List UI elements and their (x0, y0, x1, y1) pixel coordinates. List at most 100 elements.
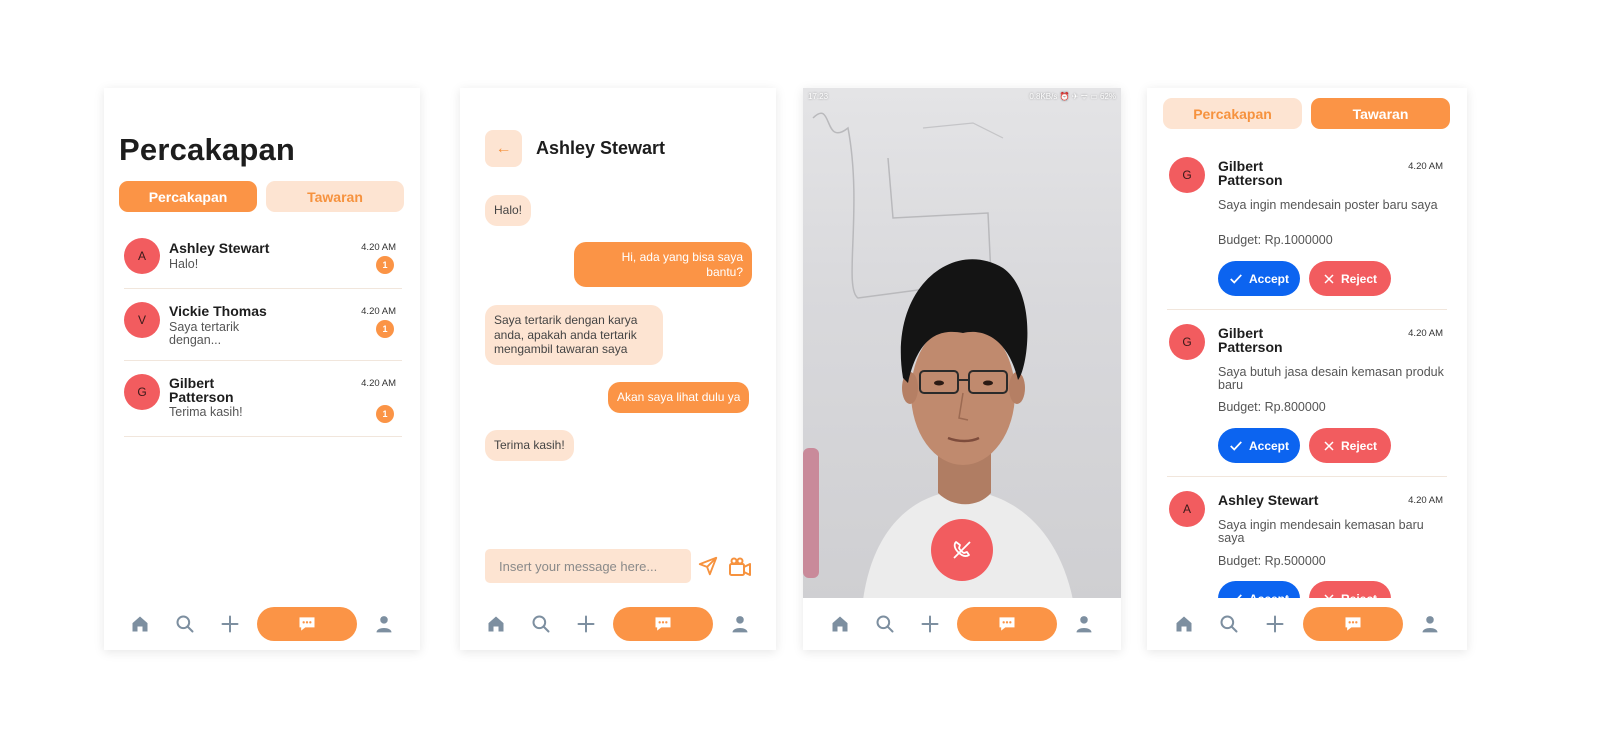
nav-home[interactable] (122, 606, 158, 642)
accept-button[interactable]: Accept (1218, 261, 1300, 296)
reject-button[interactable]: Reject (1309, 428, 1391, 463)
chat-icon (299, 617, 315, 631)
nav-home[interactable] (1166, 606, 1202, 642)
nav-add[interactable] (1257, 606, 1293, 642)
conversation-message: Halo! (169, 257, 199, 271)
message-outgoing: Akan saya lihat dulu ya (608, 382, 750, 413)
tab-bar: Percakapan Tawaran (1163, 98, 1450, 129)
profile-icon (376, 616, 392, 633)
tab-bar: Percakapan Tawaran (119, 181, 404, 212)
message-incoming: Halo! (485, 195, 532, 226)
conversation-message: Saya tertarik dengan... (169, 320, 240, 347)
nav-profile[interactable] (1412, 606, 1448, 642)
plus-icon (921, 615, 939, 633)
offer-name: Gilbert Patterson (1218, 325, 1283, 355)
home-icon (1176, 616, 1192, 632)
unread-badge: 1 (376, 320, 394, 338)
tab-percakapan[interactable]: Percakapan (119, 181, 257, 212)
status-bar: 17:23 0.8KB/s ⏰ ✈ ᯤ ▭ 62% (803, 88, 1121, 104)
home-icon (132, 616, 148, 632)
offer-description: Saya butuh jasa desain kemasan produk ba… (1218, 365, 1444, 392)
offer-budget: Budget: Rp.800000 (1218, 400, 1326, 414)
nav-add[interactable] (212, 606, 248, 642)
conversation-item[interactable]: G Gilbert Patterson Terima kasih! 4.20 A… (124, 361, 402, 437)
home-icon (832, 616, 848, 632)
screen-video-call: 17:23 0.8KB/s ⏰ ✈ ᯤ ▭ 62% (803, 88, 1121, 650)
tab-tawaran[interactable]: Tawaran (266, 181, 404, 212)
nav-profile[interactable] (366, 606, 402, 642)
nav-profile[interactable] (1066, 606, 1102, 642)
bottom-nav (460, 598, 776, 650)
accept-label: Accept (1248, 271, 1289, 286)
chat-icon (655, 617, 671, 631)
offer-item: G Gilbert Patterson 4.20 AM Saya butuh j… (1167, 310, 1447, 477)
screen-conversations: Percakapan Percakapan Tawaran A Ashley S… (104, 88, 420, 650)
conversation-item[interactable]: V Vickie Thomas Saya tertarik dengan... … (124, 289, 402, 361)
conversation-time: 4.20 AM (361, 306, 396, 317)
avatar: A (124, 238, 160, 274)
nav-search[interactable] (167, 606, 203, 642)
message-outgoing: Hi, ada yang bisa saya bantu? (574, 242, 752, 287)
nav-search[interactable] (867, 606, 903, 642)
screen-offers: Percakapan Tawaran G Gilbert Patterson 4… (1147, 88, 1467, 650)
conversation-message: Terima kasih! (169, 405, 243, 419)
nav-chat[interactable] (256, 607, 357, 641)
nav-home[interactable] (478, 606, 514, 642)
avatar: G (124, 374, 160, 410)
conversation-name: Ashley Stewart (169, 240, 270, 256)
chat-icon (999, 617, 1015, 631)
nav-chat[interactable] (957, 607, 1058, 641)
end-call-button[interactable] (931, 519, 993, 581)
profile-icon (732, 616, 748, 633)
search-icon (1220, 615, 1238, 633)
search-icon (876, 615, 894, 633)
phone-hangup-icon (953, 541, 971, 559)
chat-icon (1345, 617, 1361, 631)
message-input[interactable] (485, 549, 691, 583)
search-icon (532, 615, 550, 633)
offer-description: Saya ingin mendesain kemasan baru saya (1218, 518, 1424, 545)
tab-tawaran[interactable]: Tawaran (1311, 98, 1450, 129)
nav-add[interactable] (568, 606, 604, 642)
chat-contact-name: Ashley Stewart (536, 138, 666, 158)
offer-time: 4.20 AM (1408, 495, 1443, 506)
video-camera-icon (729, 557, 751, 576)
accept-button[interactable]: Accept (1218, 428, 1300, 463)
plus-icon (221, 615, 239, 633)
status-indicators: 0.8KB/s ⏰ ✈ ᯤ ▭ 62% (1029, 91, 1116, 101)
send-button[interactable] (695, 553, 721, 579)
arrow-left-icon: ← (495, 139, 512, 157)
video-feed: 17:23 0.8KB/s ⏰ ✈ ᯤ ▭ 62% (803, 88, 1121, 600)
status-time: 17:23 (808, 91, 829, 101)
screen-chat: ← Ashley Stewart Halo! Hi, ada yang bisa… (460, 88, 776, 650)
avatar: G (1169, 324, 1205, 360)
plus-icon (577, 615, 595, 633)
reject-label: Reject (1340, 438, 1378, 453)
plus-icon (1266, 615, 1284, 633)
nav-chat[interactable] (612, 607, 713, 641)
nav-search[interactable] (523, 606, 559, 642)
conversation-item[interactable]: A Ashley Stewart Halo! 4.20 AM 1 (124, 228, 402, 289)
bottom-nav (104, 598, 420, 650)
tab-percakapan[interactable]: Percakapan (1163, 98, 1302, 129)
reject-label: Reject (1340, 271, 1378, 286)
nav-chat[interactable] (1302, 607, 1403, 641)
bottom-nav (1147, 598, 1467, 650)
offer-time: 4.20 AM (1408, 161, 1443, 172)
message-incoming: Terima kasih! (485, 430, 574, 461)
offer-description: Saya ingin mendesain poster baru saya (1218, 198, 1438, 212)
video-call-button[interactable] (727, 554, 753, 580)
profile-icon (1076, 616, 1092, 633)
conversation-name: Gilbert Patterson (169, 375, 234, 405)
close-icon (1324, 440, 1334, 451)
nav-home[interactable] (822, 606, 858, 642)
back-button[interactable]: ← (485, 130, 522, 167)
nav-search[interactable] (1211, 606, 1247, 642)
avatar: V (124, 302, 160, 338)
offer-item: G Gilbert Patterson 4.20 AM Saya ingin m… (1167, 143, 1447, 310)
nav-profile[interactable] (722, 606, 758, 642)
conversation-time: 4.20 AM (361, 378, 396, 389)
reject-button[interactable]: Reject (1309, 261, 1391, 296)
send-icon (698, 556, 718, 576)
nav-add[interactable] (912, 606, 948, 642)
